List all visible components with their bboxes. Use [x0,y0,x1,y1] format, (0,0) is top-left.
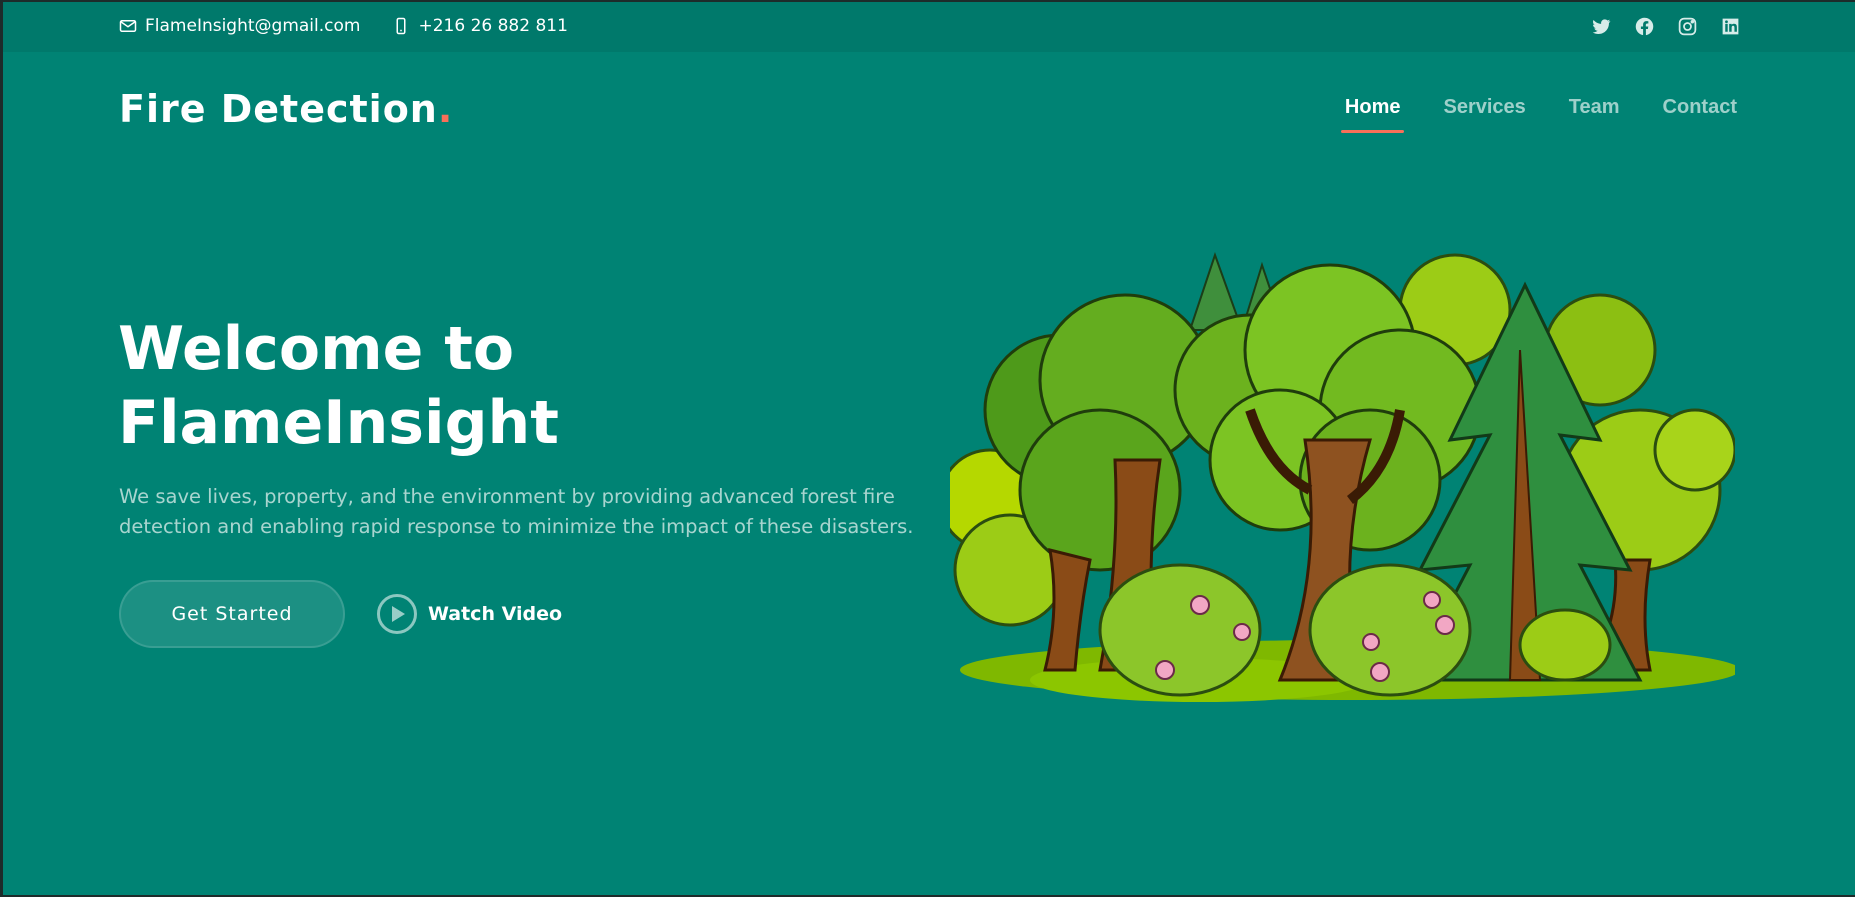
twitter-link[interactable] [1591,16,1612,37]
get-started-label: Get Started [171,603,293,625]
watch-video-label: Watch Video [428,603,563,625]
hero-title-line1: Welcome to [118,314,515,384]
facebook-icon [1635,17,1654,35]
phone-text: +216 26 882 811 [418,16,568,36]
logo-dot: . [437,87,454,131]
hero-title-line2: FlameInsight [118,388,559,458]
nav-services[interactable]: Services [1443,96,1525,133]
email-text: FlameInsight@gmail.com [145,16,361,36]
linkedin-link[interactable] [1720,16,1741,37]
instagram-icon [1678,17,1697,35]
social-links [1591,0,1741,52]
email-contact[interactable]: FlameInsight@gmail.com [119,16,360,36]
phone-icon [396,17,406,35]
watch-video-button[interactable]: Watch Video [376,593,562,635]
site-header: Fire Detection. Home Services Team Conta… [0,52,1855,164]
forest-illustration [950,251,1735,702]
get-started-button[interactable]: Get Started [119,580,345,648]
top-bar: FlameInsight@gmail.com +216 26 882 811 [0,0,1855,52]
site-logo[interactable]: Fire Detection. [119,87,453,131]
play-circle-icon [377,594,417,634]
hero-title: Welcome to FlameInsight [118,312,878,460]
envelope-icon [119,20,137,32]
linkedin-icon [1722,18,1739,34]
main-nav: Home Services Team Contact [1340,96,1737,133]
nav-contact[interactable]: Contact [1663,96,1737,133]
twitter-icon [1592,18,1611,34]
hero-description: We save lives, property, and the environ… [119,485,914,538]
nav-team[interactable]: Team [1569,96,1620,133]
logo-text: Fire Detection [119,87,438,131]
nav-home[interactable]: Home [1340,96,1405,133]
phone-contact[interactable]: +216 26 882 811 [392,16,568,36]
instagram-link[interactable] [1677,16,1698,37]
facebook-link[interactable] [1634,16,1655,37]
contact-info: FlameInsight@gmail.com +216 26 882 811 [119,0,568,52]
